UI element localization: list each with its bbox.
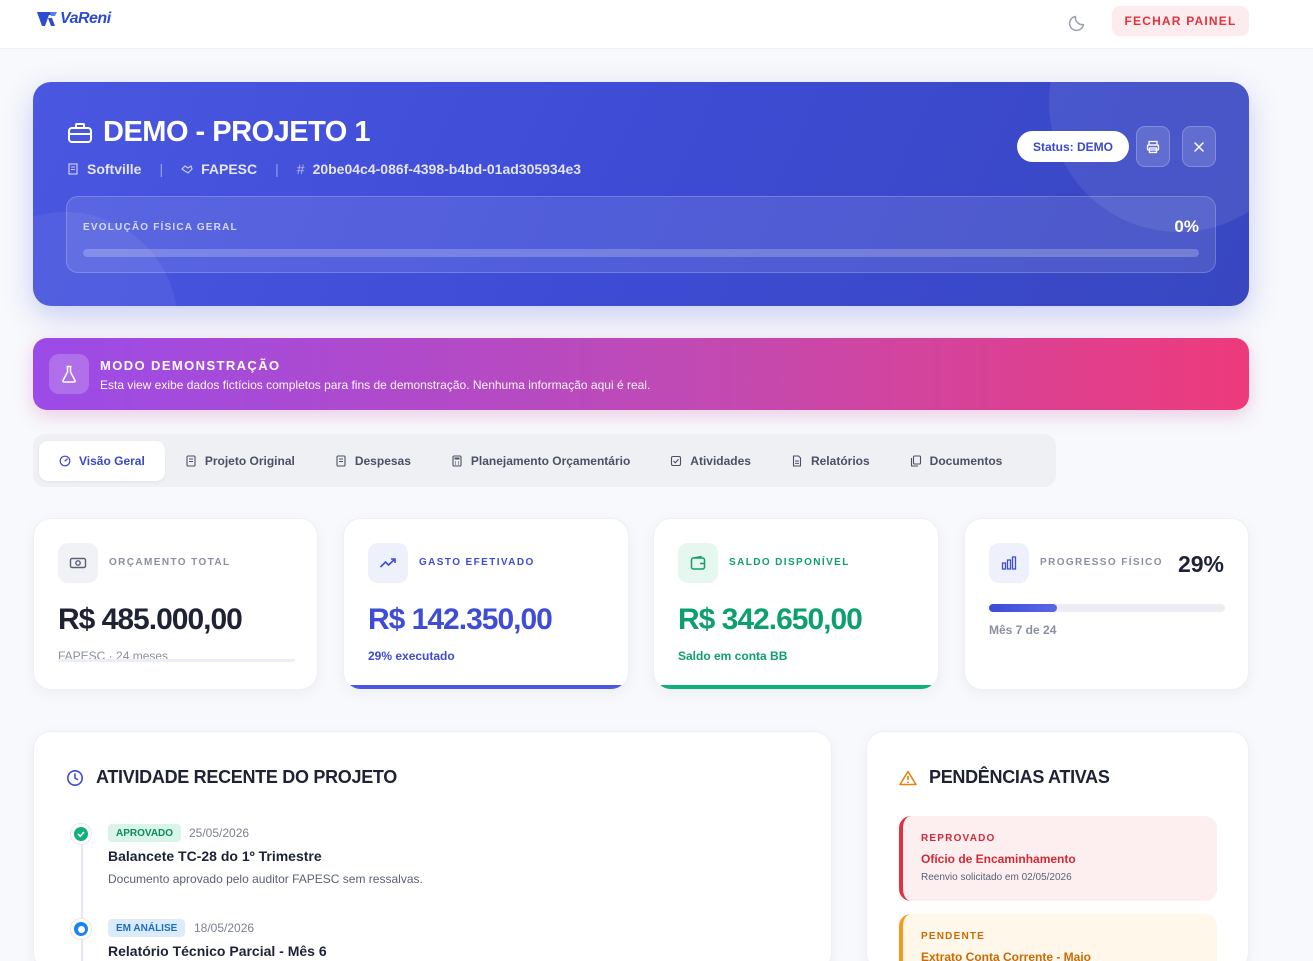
tab-bar: Visão Geral Projeto Original Despesas Pl… [33,434,1056,487]
project-title: DEMO - PROJETO 1 [103,116,371,148]
hash-icon: # [296,161,305,177]
calculator-icon [452,454,462,467]
progress-card-fill [989,604,1058,612]
spent-accent-bar [344,685,628,689]
trending-up-icon [368,543,408,583]
top-bar: VaReni FECHAR PAINEL [0,0,1313,49]
activity-title: Relatório Técnico Parcial - Mês 6 [108,943,327,959]
activity-desc: Documento aprovado pelo auditor FAPESC s… [108,872,423,886]
spent-label: GASTO EFETIVADO [419,557,535,568]
pending-item[interactable]: PENDENTE Extrato Conta Corrente - Maio [899,914,1217,961]
pending-status: REPROVADO [921,833,996,844]
tab-atividades[interactable]: Atividades [650,441,771,481]
budget-card: ORÇAMENTO TOTAL R$ 485.000,00 FAPESC · 2… [33,518,318,690]
balance-label: SALDO DISPONÍVEL [729,557,850,568]
spent-card: GASTO EFETIVADO R$ 142.350,00 29% execut… [343,518,629,690]
progress-value: 0% [1174,217,1199,236]
status-badge: APROVADO [108,824,182,842]
active-pending-panel: PENDÊNCIAS ATIVAS REPROVADO Ofício de En… [866,731,1249,961]
timeline-line [81,835,83,961]
logo-text: VaReni [60,10,111,27]
pending-status: PENDENTE [921,931,986,942]
logo[interactable]: VaReni [36,9,111,29]
building-icon [68,163,78,175]
progress-track [83,249,1199,257]
close-icon [1194,141,1204,152]
vareni-logo-icon [37,12,57,26]
flask-icon [49,354,89,394]
document-icon [186,454,196,467]
receipt-icon [336,454,346,467]
warning-icon [899,770,917,785]
pending-item-title: Ofício de Encaminhamento [921,852,1076,866]
cash-icon [58,543,98,583]
demo-text: Esta view exibe dados fictícios completo… [100,378,651,392]
tab-label: Relatórios [810,453,870,468]
status-badge: EM ANÁLISE [108,919,186,937]
activity-date: 18/05/2026 [194,921,255,935]
briefcase-icon [68,122,92,143]
tab-label: Projeto Original [204,453,295,468]
balance-value: R$ 342.650,00 [678,603,863,636]
tab-despesas[interactable]: Despesas [315,441,431,481]
files-icon [910,454,921,467]
balance-accent-bar [654,685,938,689]
demo-mode-banner: MODO DEMONSTRAÇÃO Esta view exibe dados … [33,338,1249,410]
close-panel-button[interactable]: FECHAR PAINEL [1112,6,1249,36]
tab-label: Planejamento Orçamentário [470,453,631,468]
balance-card: SALDO DISPONÍVEL R$ 342.650,00 Saldo em … [653,518,939,690]
in-review-dot-icon [71,919,91,939]
recent-activity-panel: ATIVIDADE RECENTE DO PROJETO APROVADO 25… [33,731,832,961]
tab-relatorios[interactable]: Relatórios [771,441,890,481]
project-id: 20be04c4-086f-4398-b4bd-01ad305934e3 [312,161,582,177]
handshake-icon [181,165,193,174]
tab-documentos[interactable]: Documentos [890,441,1023,481]
progress-card-sub: Mês 7 de 24 [989,623,1057,637]
pending-item-desc: Reenvio solicitado em 02/05/2026 [921,872,1072,883]
spent-sub: 29% executado [368,649,455,663]
project-hero: DEMO - PROJETO 1 Softville | FAPESC | # … [33,82,1249,306]
demo-title: MODO DEMONSTRAÇÃO [100,358,281,373]
progress-label: EVOLUÇÃO FÍSICA GERAL [83,222,238,233]
progress-card-value: 29% [1177,551,1224,577]
pending-title: PENDÊNCIAS ATIVAS [929,767,1110,787]
physical-progress-card: PROGRESSO FÍSICO 29% Mês 7 de 24 [964,518,1249,690]
company-name: Softville [87,161,142,177]
tab-visao-geral[interactable]: Visão Geral [39,440,165,481]
overall-progress: EVOLUÇÃO FÍSICA GERAL 0% [66,196,1216,273]
clock-icon [67,769,83,786]
activity-title: ATIVIDADE RECENTE DO PROJETO [96,767,397,787]
tab-label: Despesas [354,453,411,468]
spent-value: R$ 142.350,00 [368,603,553,636]
dashboard-icon [59,455,71,466]
tab-planejamento-orcamentario[interactable]: Planejamento Orçamentário [431,441,650,481]
progress-card-track [989,604,1225,612]
print-button[interactable] [1136,126,1170,167]
printer-icon [1146,140,1160,153]
budget-divider [58,659,295,662]
budget-value: R$ 485.000,00 [58,603,243,636]
moon-icon[interactable] [1068,12,1088,32]
checkbox-icon [671,455,682,466]
status-badge: Status: DEMO [1017,131,1130,162]
activity-date: 25/05/2026 [189,826,250,840]
pending-item[interactable]: REPROVADO Ofício de Encaminhamento Reenv… [899,816,1217,901]
check-icon [71,824,91,844]
project-meta: Softville | FAPESC | # 20be04c4-086f-439… [67,161,581,177]
funder-name: FAPESC [201,161,258,177]
tab-projeto-original[interactable]: Projeto Original [165,441,315,481]
close-hero-button[interactable] [1182,126,1216,167]
bar-chart-icon [989,543,1029,583]
pending-item-title: Extrato Conta Corrente - Maio [921,950,1092,961]
tab-label: Visão Geral [79,453,145,468]
wallet-icon [678,543,718,583]
progress-card-label: PROGRESSO FÍSICO [1040,557,1163,568]
balance-sub: Saldo em conta BB [678,649,788,663]
tab-label: Atividades [690,453,751,468]
report-icon [792,454,802,467]
activity-title: Balancete TC-28 do 1º Trimestre [108,848,322,864]
tab-label: Documentos [929,453,1003,468]
budget-label: ORÇAMENTO TOTAL [109,557,231,568]
